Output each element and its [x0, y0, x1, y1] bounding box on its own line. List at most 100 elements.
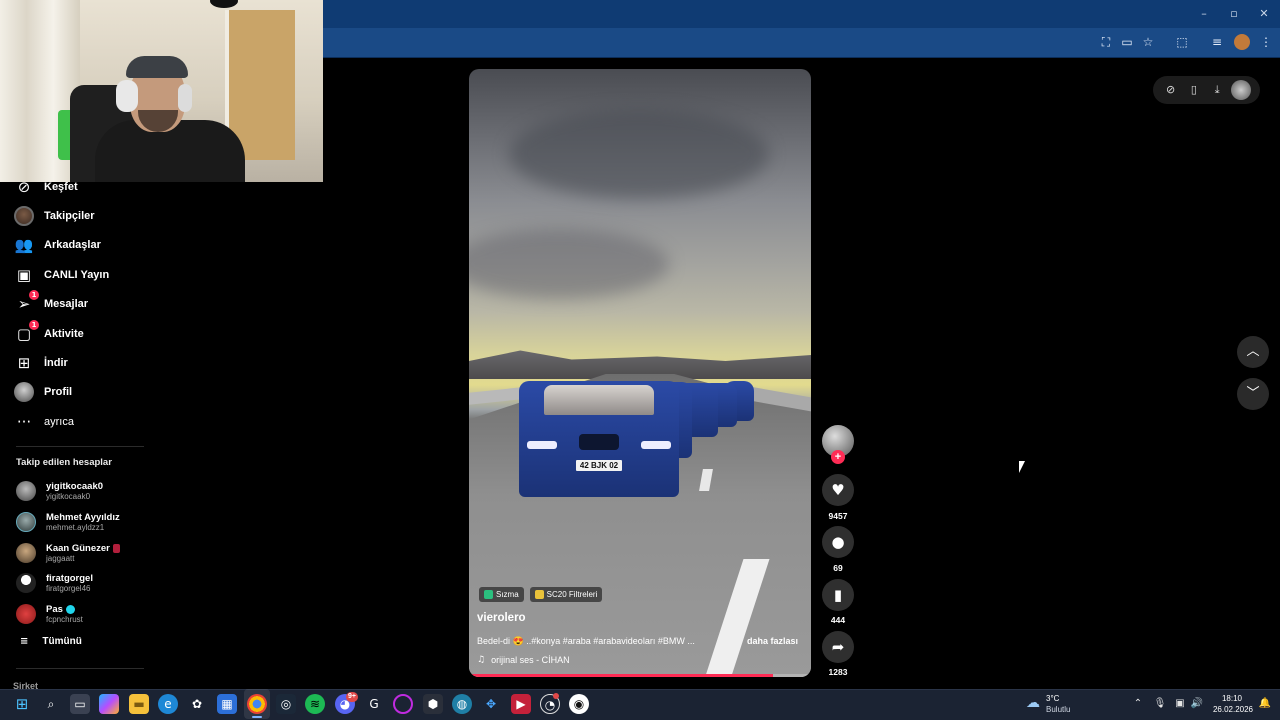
volume-icon[interactable]: 🔊	[1190, 697, 1204, 711]
account-handle: fcpnchrust	[46, 614, 83, 624]
divider	[16, 668, 144, 669]
following-section-title: Takip edilen hesaplar	[16, 457, 112, 468]
globe-icon[interactable]: ◍	[452, 694, 472, 714]
previous-video-button[interactable]: ︿	[1237, 336, 1269, 368]
search-icon[interactable]: ⌕	[41, 694, 61, 714]
sidebar-item-download[interactable]: ⊞ İndir	[14, 349, 68, 377]
like-button[interactable]: ♥	[822, 474, 854, 506]
divider	[16, 446, 144, 447]
sidebar-item-more[interactable]: ··· ayrıca	[14, 408, 74, 436]
webcam-app-icon[interactable]: ◉	[569, 694, 589, 714]
next-video-button[interactable]: ﹀	[1237, 378, 1269, 410]
extensions-icon[interactable]: ⬚	[1174, 34, 1190, 50]
translate-icon[interactable]: ⛶	[1098, 34, 1114, 50]
edge-icon[interactable]: e	[158, 694, 178, 714]
more-icon: ···	[16, 413, 32, 431]
music-title: orijinal ses - CİHAN	[491, 655, 570, 665]
network-icon[interactable]: ▣	[1173, 697, 1187, 711]
sidebar-item-label: CANLI Yayın	[44, 269, 110, 281]
effect-tag[interactable]: SC20 Filtreleri	[529, 587, 603, 602]
like-count: 9457	[828, 511, 848, 521]
chevron-up-icon[interactable]: ⌃	[1131, 697, 1145, 711]
opera-gx-icon[interactable]	[393, 694, 413, 714]
app-g-icon[interactable]: G	[364, 694, 384, 714]
video-author[interactable]: vierolero	[477, 612, 526, 624]
weather-temperature: 3°C	[1046, 694, 1060, 703]
media-player-icon[interactable]: ▶	[511, 694, 531, 714]
store-icon[interactable]: ▦	[217, 694, 237, 714]
sidebar-item-profile[interactable]: Profil	[14, 378, 72, 406]
following-account[interactable]: Pas fcpnchrust	[16, 599, 83, 629]
cast-icon[interactable]: ▭	[1119, 34, 1135, 50]
sidebar-item-activity[interactable]: ▢ 1 Aktivite	[14, 320, 84, 348]
file-explorer-icon[interactable]: ▬	[129, 694, 149, 714]
compass-icon: ⊘	[17, 178, 31, 196]
license-plate: 42 BJK 02	[576, 460, 622, 471]
avatar[interactable]	[1231, 80, 1252, 100]
minimize-icon[interactable]: –	[1196, 6, 1212, 22]
sidebar-item-messages[interactable]: ➢ 1 Mesajlar	[14, 290, 88, 318]
microphone-icon[interactable]: 🎙	[1153, 697, 1167, 711]
messages-icon: ➢ 1	[14, 290, 39, 314]
sidebar-item-label: Keşfet	[44, 181, 78, 193]
video-description: Bedel-di 😍 ..#konya #araba #arabavideola…	[477, 636, 695, 646]
video-progress-fill	[469, 674, 774, 677]
see-more-link[interactable]: daha fazlası	[747, 636, 798, 646]
profile-avatar-icon[interactable]	[1234, 34, 1250, 50]
start-icon[interactable]: ⊞	[12, 694, 32, 714]
following-account[interactable]: yigitkocaak0 yigitkocaak0	[16, 476, 103, 506]
notification-bell-icon[interactable]: 🔔	[1258, 697, 1272, 711]
task-view-icon[interactable]: ▭	[70, 694, 90, 714]
video-progress-bar[interactable]	[469, 674, 811, 677]
account-handle: mehmet.ayldzz1	[46, 522, 105, 532]
phone-icon[interactable]: ▯	[1185, 81, 1203, 99]
steam-icon[interactable]: ◎	[276, 694, 296, 714]
follow-plus-icon[interactable]: +	[831, 450, 845, 464]
live-icon	[112, 543, 120, 553]
clock-date[interactable]: 26.02.2026	[1210, 705, 1256, 714]
sidebar-item-live[interactable]: ▣ CANLI Yayın	[14, 261, 109, 289]
star-icon[interactable]: ☆	[1140, 34, 1156, 50]
sidebar-item-friends[interactable]: 👥 Arkadaşlar	[14, 231, 101, 259]
effect-tag[interactable]: Sızma	[479, 587, 524, 602]
account-name: Pas	[46, 603, 63, 615]
following-account[interactable]: firatgorgel firatgorgel46	[16, 568, 93, 598]
chrome-icon[interactable]	[247, 694, 267, 714]
heart-icon: ♥	[831, 481, 845, 499]
sidebar-item-label: Aktivite	[44, 328, 84, 340]
comment-button[interactable]: ●	[822, 526, 854, 558]
chatgpt-icon[interactable]: ✿	[187, 694, 207, 714]
spotify-icon[interactable]: ≋	[305, 694, 325, 714]
video-player[interactable]: 42 BJK 02 Sızma SC20 Filtreleri vieroler…	[469, 69, 811, 677]
app-cube-icon[interactable]: ⬢	[423, 694, 443, 714]
see-all-button[interactable]: ≡ Tümünü	[20, 636, 82, 647]
menu-icon[interactable]: ⋮	[1258, 34, 1274, 50]
mouse-cursor	[1019, 461, 1025, 473]
close-icon[interactable]: ✕	[1256, 6, 1272, 22]
share-button[interactable]: ➦	[822, 631, 854, 663]
avatar	[16, 543, 36, 563]
following-account[interactable]: Kaan Günezer jaggaatt	[16, 538, 120, 568]
share-count: 1283	[828, 667, 848, 677]
download-icon[interactable]: ⤓	[1208, 81, 1226, 99]
discord-badge: 9+	[346, 692, 358, 702]
sidebar-item-label: Takipçiler	[44, 210, 95, 222]
account-name: yigitkocaak0	[46, 480, 104, 492]
sidebar-item-explore[interactable]: ⊘ Keşfet	[14, 173, 78, 201]
media-control-icon[interactable]: ≡	[1209, 34, 1225, 50]
copilot-icon[interactable]	[99, 694, 119, 714]
app-dots-icon[interactable]: ✥	[481, 694, 501, 714]
account-name: firatgorgel	[46, 572, 93, 584]
see-all-label: Tümünü	[42, 636, 82, 647]
video-music[interactable]: ♫ orijinal ses - CİHAN	[477, 655, 570, 665]
restore-icon[interactable]: ▫	[1226, 6, 1242, 22]
chevron-down-icon: ﹀	[1246, 386, 1260, 401]
compass-icon[interactable]: ⊘	[1162, 81, 1180, 99]
weather-cloud-icon[interactable]: ☁	[1023, 693, 1043, 713]
following-account[interactable]: Mehmet Ayyıldız mehmet.ayldzz1	[16, 507, 120, 537]
sidebar-item-followers[interactable]: Takipçiler	[14, 202, 95, 230]
clock-time[interactable]: 18:10	[1212, 694, 1252, 703]
chevron-up-icon: ︿	[1246, 344, 1260, 359]
sidebar-item-label: ayrıca	[44, 416, 74, 428]
save-button[interactable]: ▮	[822, 579, 854, 611]
